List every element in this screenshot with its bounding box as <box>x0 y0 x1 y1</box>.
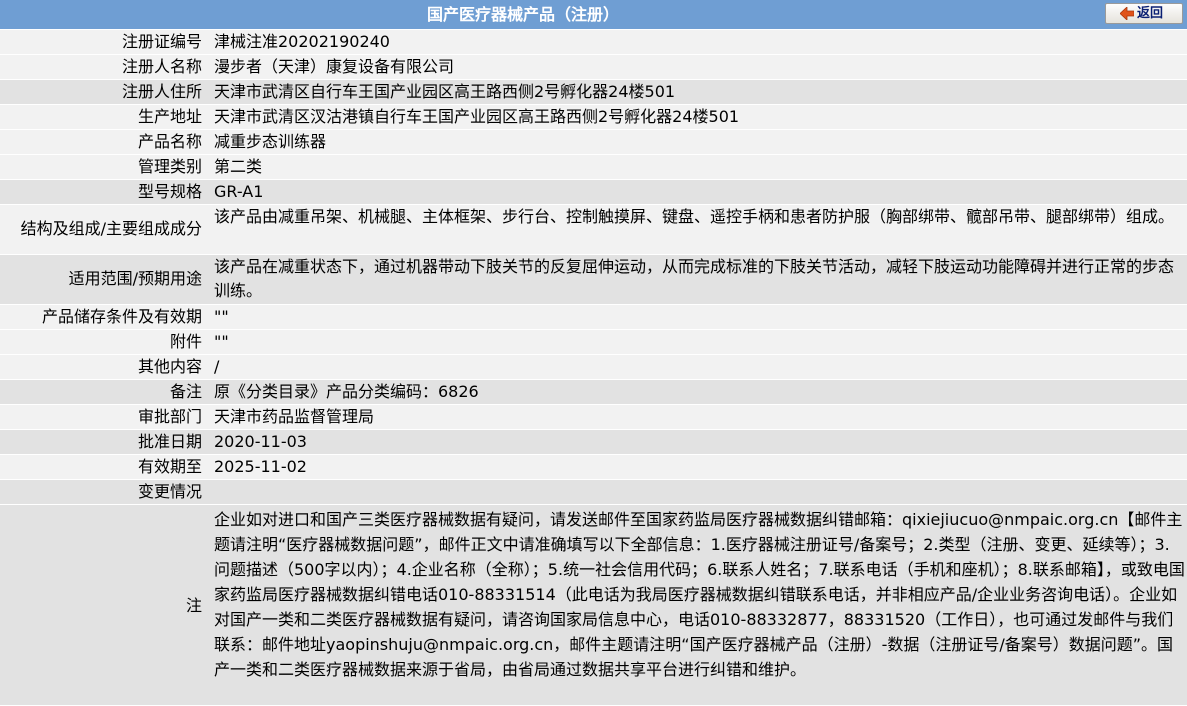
table-row: 管理类别 第二类 <box>0 155 1187 180</box>
field-label: 其他内容 <box>137 357 202 376</box>
table-row: 注册人住所 天津市武清区自行车王国产业园区高王路西侧2号孵化器24楼501 <box>0 80 1187 105</box>
field-label: 注册人住所 <box>121 82 202 101</box>
field-value: 减重步态训练器 <box>214 132 327 151</box>
field-value: 2025-11-02 <box>214 457 307 476</box>
table-row: 注册人名称 漫步者（天津）康复设备有限公司 <box>0 55 1187 80</box>
table-row: 备注 原《分类目录》产品分类编码：6826 <box>0 380 1187 405</box>
field-label: 注册证编号 <box>121 32 202 51</box>
field-label: 产品储存条件及有效期 <box>41 307 202 326</box>
field-value: 天津市武清区自行车王国产业园区高王路西侧2号孵化器24楼501 <box>214 82 676 101</box>
page-title: 国产医疗器械产品（注册） <box>426 5 619 24</box>
table-row: 生产地址 天津市武清区汊沽港镇自行车王国产业园区高王路西侧2号孵化器24楼501 <box>0 105 1187 130</box>
note-text: 企业如对进口和国产三类医疗器械数据有疑问，请发送邮件至国家药监局医疗器械数据纠错… <box>214 510 1185 679</box>
field-label: 注册人名称 <box>121 57 202 76</box>
field-value: 该产品由减重吊架、机械腿、主体框架、步行台、控制触摸屏、键盘、遥控手柄和患者防护… <box>214 207 1175 226</box>
field-value: 漫步者（天津）康复设备有限公司 <box>214 57 455 76</box>
back-button-label: 返回 <box>1137 6 1164 21</box>
field-label: 备注 <box>169 382 202 401</box>
field-value: 该产品在减重状态下，通过机器带动下肢关节的反复屈伸运动，从而完成标准的下肢关节活… <box>214 257 1175 300</box>
field-value: 第二类 <box>214 157 263 176</box>
field-label: 型号规格 <box>137 182 202 201</box>
field-value: 津械注准20202190240 <box>214 32 390 51</box>
field-value: 原《分类目录》产品分类编码：6826 <box>214 382 479 401</box>
field-label: 生产地址 <box>137 107 202 126</box>
field-value: GR-A1 <box>214 182 264 201</box>
table-row: 注 企业如对进口和国产三类医疗器械数据有疑问，请发送邮件至国家药监局医疗器械数据… <box>0 505 1187 706</box>
field-label: 审批部门 <box>137 407 202 426</box>
table-row: 有效期至 2025-11-02 <box>0 455 1187 480</box>
table-row: 产品名称 减重步态训练器 <box>0 130 1187 155</box>
table-row: 批准日期 2020-11-03 <box>0 430 1187 455</box>
field-label: 附件 <box>169 332 202 351</box>
field-value: / <box>214 357 220 376</box>
header-bar: 国产医疗器械产品（注册） 返回 <box>0 0 1187 29</box>
table-row: 其他内容 / <box>0 355 1187 380</box>
back-arrow-icon <box>1120 7 1134 20</box>
field-value: 天津市药品监督管理局 <box>214 407 375 426</box>
detail-table: 注册证编号 津械注准20202190240 注册人名称 漫步者（天津）康复设备有… <box>0 30 1187 706</box>
field-value: 2020-11-03 <box>214 432 307 451</box>
table-row: 结构及组成/主要组成成分 该产品由减重吊架、机械腿、主体框架、步行台、控制触摸屏… <box>0 205 1187 255</box>
table-row: 审批部门 天津市药品监督管理局 <box>0 405 1187 430</box>
field-label: 有效期至 <box>137 457 202 476</box>
field-label: 注 <box>185 596 202 615</box>
field-label: 结构及组成/主要组成成分 <box>20 219 202 238</box>
field-value: 天津市武清区汊沽港镇自行车王国产业园区高王路西侧2号孵化器24楼501 <box>214 107 740 126</box>
table-row: 变更情况 <box>0 480 1187 505</box>
table-row: 产品储存条件及有效期 "" <box>0 305 1187 330</box>
field-label: 管理类别 <box>137 157 202 176</box>
table-row: 型号规格 GR-A1 <box>0 180 1187 205</box>
field-label: 变更情况 <box>137 482 202 501</box>
field-value: "" <box>214 332 229 351</box>
field-label: 批准日期 <box>137 432 202 451</box>
field-value <box>204 480 1187 504</box>
field-label: 产品名称 <box>137 132 202 151</box>
back-button[interactable]: 返回 <box>1105 3 1183 24</box>
table-row: 注册证编号 津械注准20202190240 <box>0 30 1187 55</box>
table-row: 附件 "" <box>0 330 1187 355</box>
table-row: 适用范围/预期用途 该产品在减重状态下，通过机器带动下肢关节的反复屈伸运动，从而… <box>0 255 1187 305</box>
field-label: 适用范围/预期用途 <box>68 269 202 288</box>
field-value: "" <box>214 307 229 326</box>
